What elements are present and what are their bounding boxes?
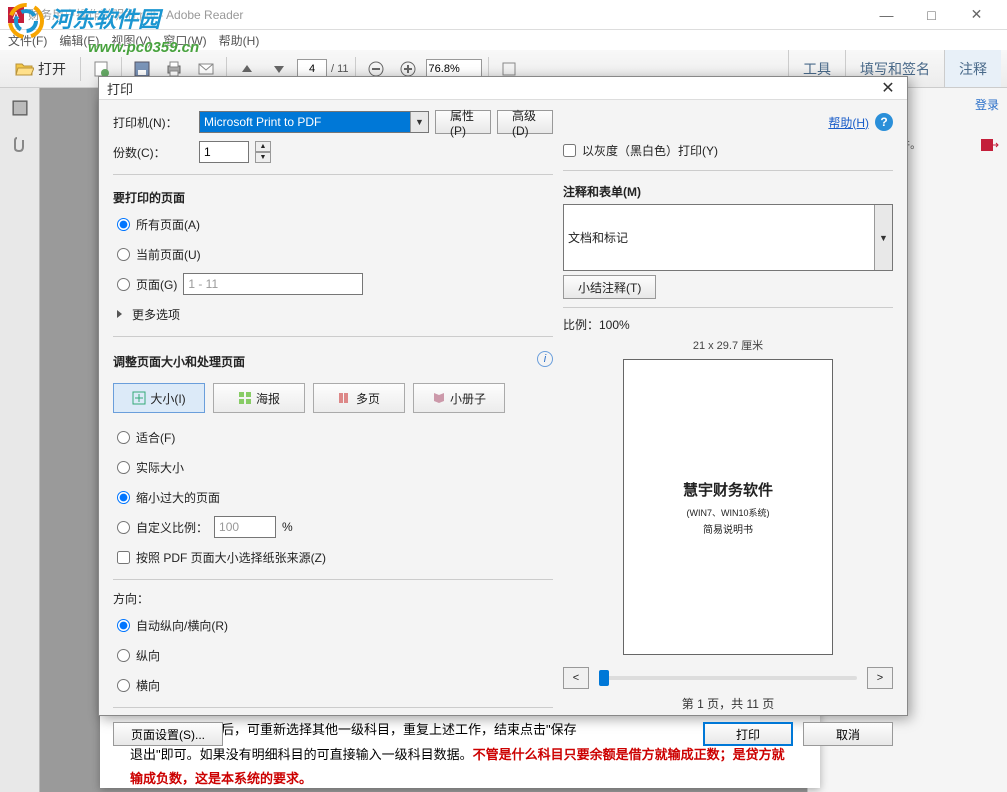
open-button[interactable]: 打开 [6,54,74,84]
dialog-close-button[interactable]: ✕ [877,77,899,99]
menu-edit[interactable]: 编辑(E) [59,32,99,49]
custom-scale-radio[interactable]: 自定义比例： [117,519,208,536]
orient-auto-radio[interactable]: 自动纵向/横向(R) [113,613,553,637]
menu-help[interactable]: 帮助(H) [219,32,260,49]
app-icon: A [8,7,24,23]
booklet-icon [432,391,446,405]
maximize-button[interactable]: □ [909,0,954,30]
scale-label: 比例：100% [563,316,893,333]
copies-spinner[interactable]: ▲▼ [255,141,271,163]
cancel-button[interactable]: 取消 [803,722,893,746]
tab-size[interactable]: 大小(I) [113,383,205,413]
left-sidebar [0,88,40,792]
fit-radio[interactable]: 适合(F) [113,425,553,449]
printer-select[interactable]: Microsoft Print to PDF▼ [199,111,429,133]
preview-page-counter: 第 1 页，共 11 页 [682,695,774,712]
orient-landscape-radio[interactable]: 横向 [113,673,553,697]
page-range-radio[interactable]: 页面(G) [117,276,177,293]
copies-label: 份数(C)： [113,144,193,161]
comments-section-title: 注释和表单(M) [563,183,893,200]
close-window-button[interactable]: ✕ [954,0,999,30]
print-preview: 慧宇财务软件 (WIN7、WIN10系统) 简易说明书 [623,359,833,655]
page-range-input[interactable] [183,273,363,295]
preview-next-button[interactable]: > [867,667,893,689]
grayscale-checkbox[interactable]: 以灰度（黑白色）打印(Y) [563,138,893,162]
orientation-label: 方向： [113,590,553,607]
menu-view[interactable]: 视图(V) [111,32,151,49]
tab-poster[interactable]: 海报 [213,383,305,413]
printer-label: 打印机(N)： [113,114,193,131]
info-icon[interactable]: i [537,351,553,367]
shrink-radio[interactable]: 缩小过大的页面 [113,485,553,509]
size-section-title: 调整页面大小和处理页面 [113,353,245,370]
help-icon[interactable]: ? [875,113,893,131]
help-link[interactable]: 帮助(H) [828,114,869,131]
page-setup-button[interactable]: 页面设置(S)... [113,722,223,746]
thumbnails-icon[interactable] [8,96,32,120]
menu-file[interactable]: 文件(F) [8,32,47,49]
actual-size-radio[interactable]: 实际大小 [113,455,553,479]
comments-select[interactable]: 文档和标记▼ [563,204,893,271]
tab-booklet[interactable]: 小册子 [413,383,505,413]
orient-portrait-radio[interactable]: 纵向 [113,643,553,667]
preview-slider[interactable] [599,676,857,680]
properties-button[interactable]: 属性(P) [435,110,491,134]
folder-open-icon [14,59,34,79]
minimize-button[interactable]: — [864,0,909,30]
window-titlebar: A 财务用户操作说明书.pdf - Adobe Reader — □ ✕ [0,0,1007,30]
paper-source-checkbox[interactable]: 按照 PDF 页面大小选择纸张来源(Z) [113,545,553,569]
menu-window[interactable]: 窗口(W) [163,32,206,49]
svg-text:A: A [13,11,20,22]
current-page-radio[interactable]: 当前页面(U) [113,242,553,266]
paper-size-label: 21 x 29.7 厘米 [693,337,763,353]
multi-icon [338,391,352,405]
print-button[interactable]: 打印 [703,722,793,746]
all-pages-radio[interactable]: 所有页面(A) [113,212,553,236]
advanced-button[interactable]: 高级(D) [497,110,553,134]
export-pdf-icon [979,137,999,153]
copies-input[interactable] [199,141,249,163]
attachment-icon[interactable] [8,132,32,156]
more-options-toggle[interactable]: 更多选项 [113,302,553,326]
window-title: 财务用户操作说明书.pdf - Adobe Reader [28,6,243,23]
custom-scale-input[interactable] [214,516,276,538]
print-dialog: 打印 ✕ 打印机(N)： Microsoft Print to PDF▼ 属性(… [98,76,908,716]
summarize-comments-button[interactable]: 小结注释(T) [563,275,656,299]
pages-section-title: 要打印的页面 [113,189,553,206]
menubar: 文件(F) 编辑(E) 视图(V) 窗口(W) 帮助(H) [0,30,1007,50]
dialog-title: 打印 [107,79,133,98]
tab-comment[interactable]: 注释 [944,50,1001,87]
page-total: / 11 [331,63,349,75]
preview-prev-button[interactable]: < [563,667,589,689]
size-icon [132,391,146,405]
dialog-titlebar: 打印 ✕ [99,77,907,100]
tab-multi[interactable]: 多页 [313,383,405,413]
poster-icon [238,391,252,405]
